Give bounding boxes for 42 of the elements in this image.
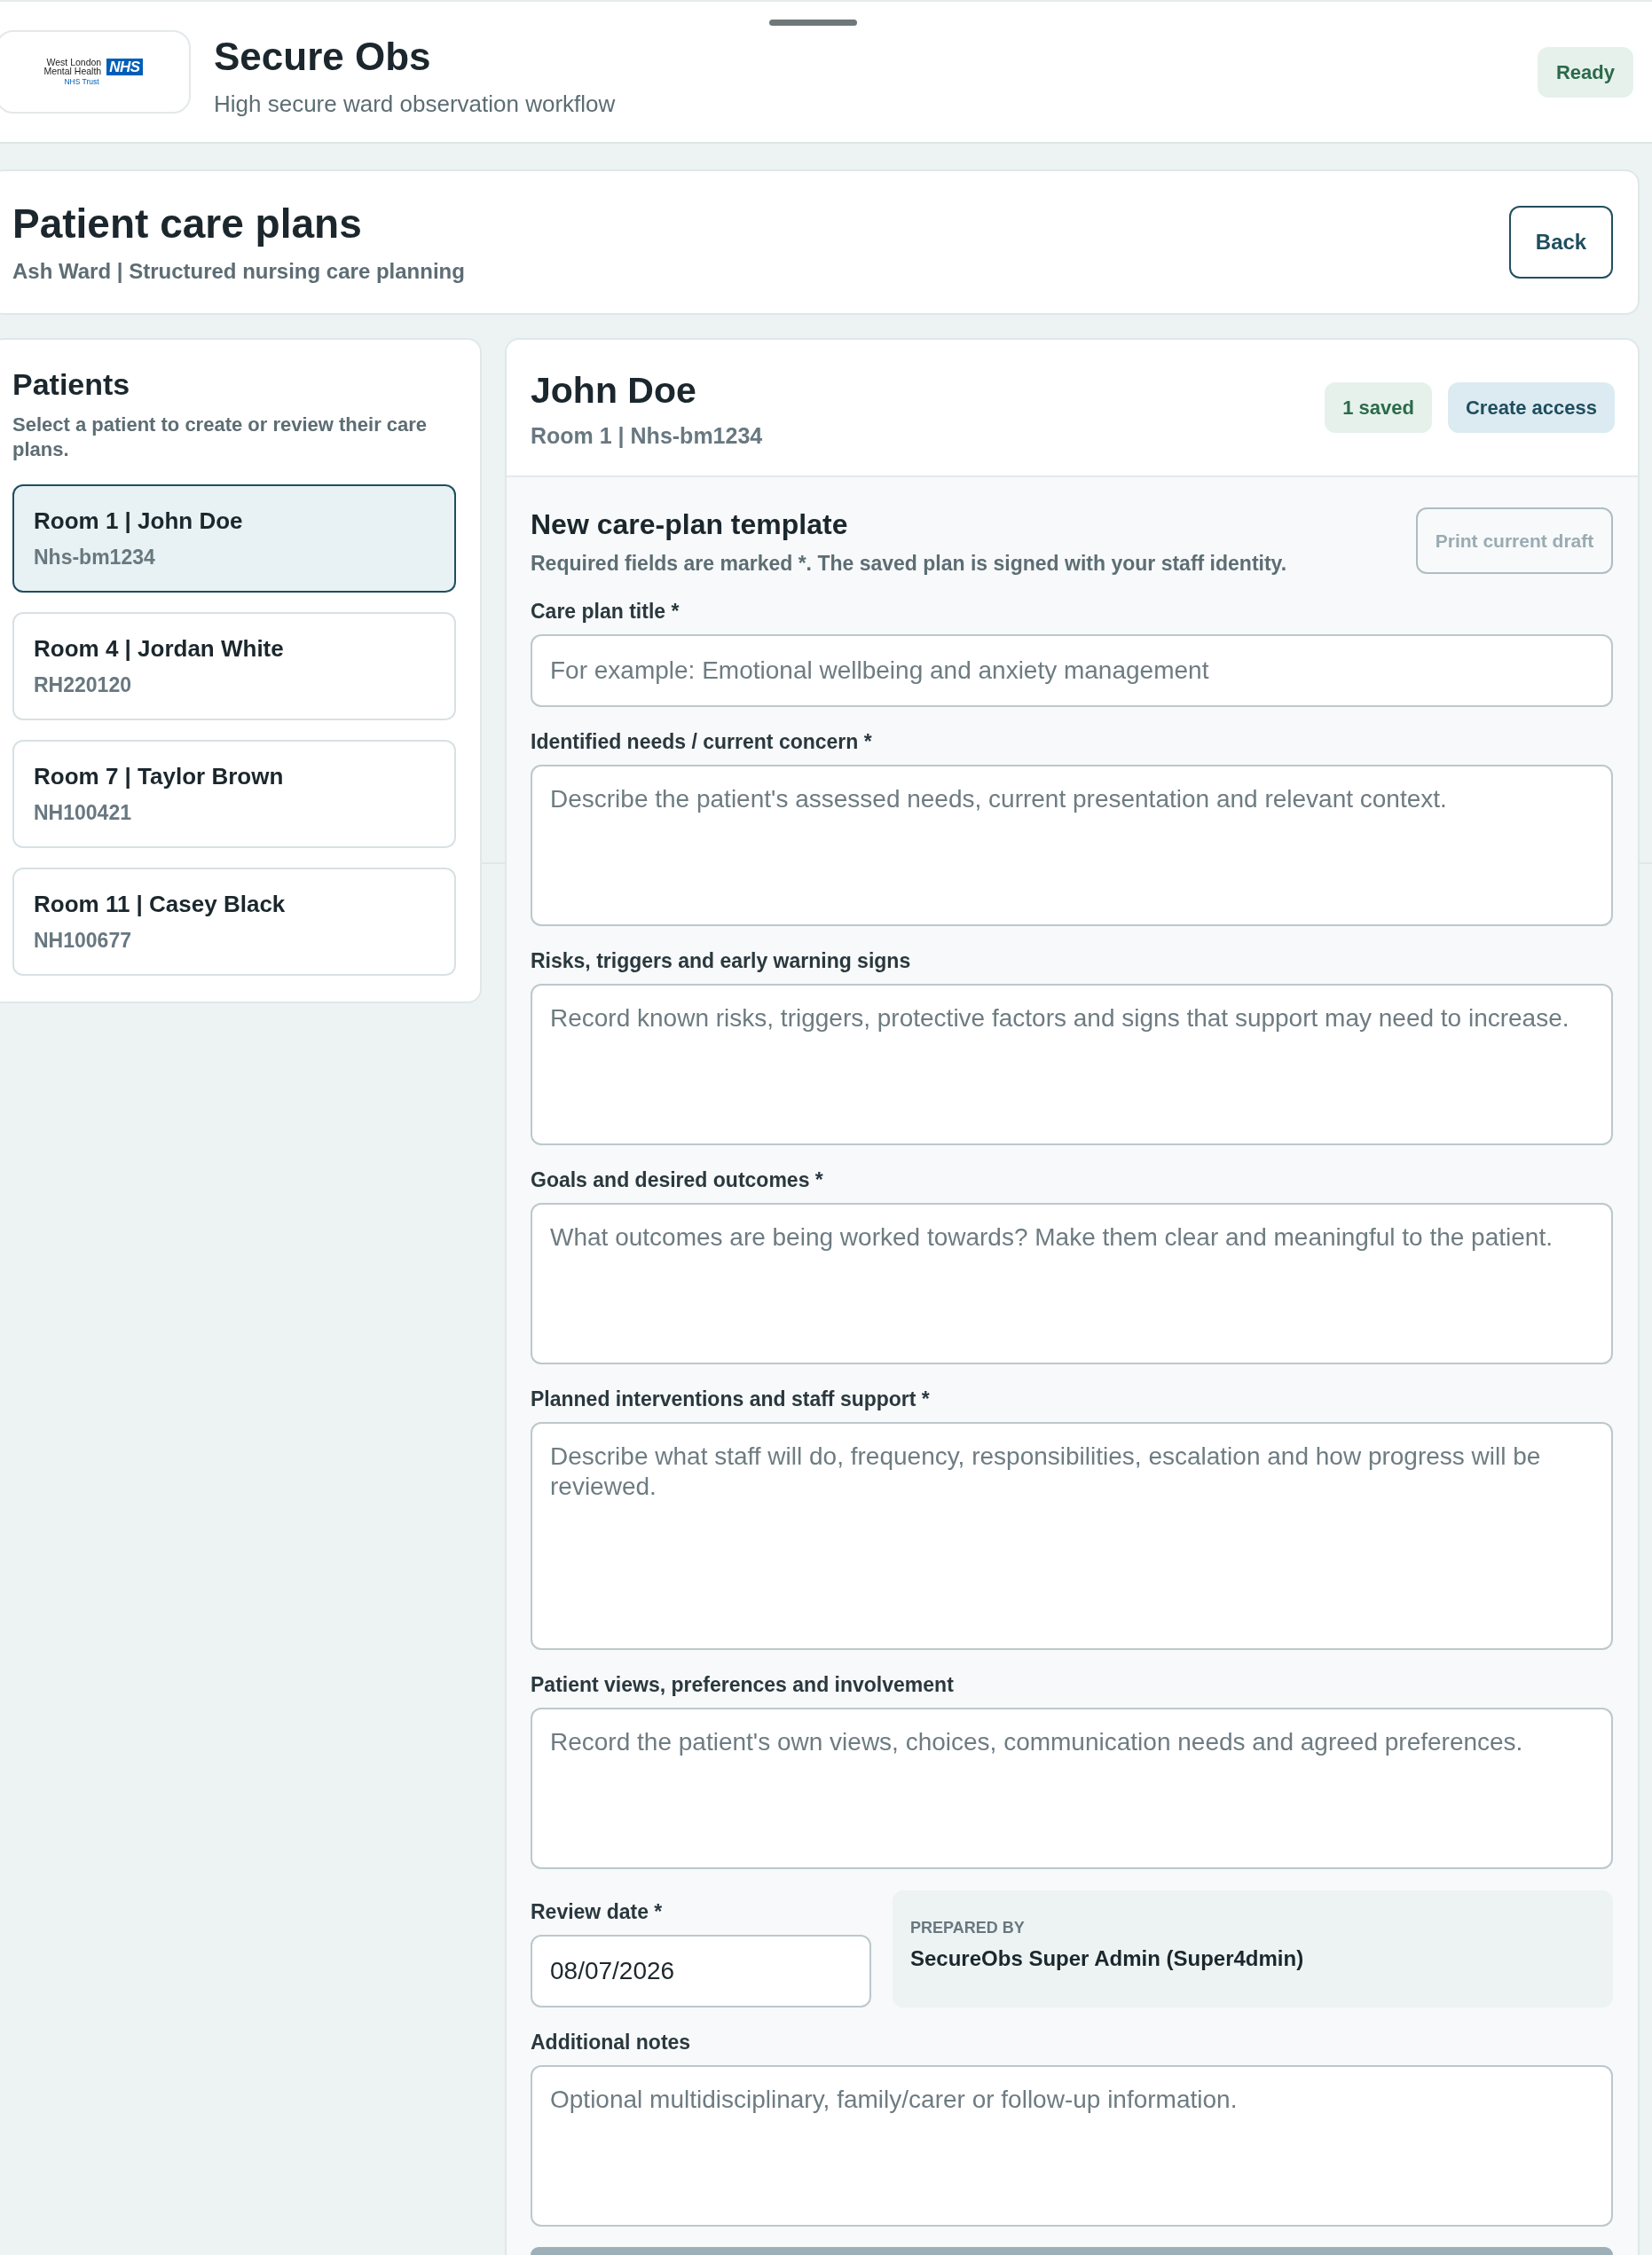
patient-list-item[interactable]: Room 4 | Jordan White RH220120 xyxy=(12,612,456,720)
create-access-button[interactable]: Create access xyxy=(1448,382,1615,433)
patient-list-item[interactable]: Room 11 | Casey Black NH100677 xyxy=(12,868,456,976)
logo-text: West London xyxy=(46,58,102,67)
status-badge: Ready xyxy=(1537,46,1633,98)
prepared-by-name: SecureObs Super Admin (Super4dmin) xyxy=(910,1945,1305,1972)
text-input[interactable]: For example: Emotional wellbeing and anxiety management xyxy=(531,634,1613,707)
textarea-field[interactable]: Record the patient's own views, choices, communication needs and agreed preferences. xyxy=(531,1708,1613,1869)
field-label: Identified needs / current concern * xyxy=(531,729,873,755)
logo-trust-text: NHS Trust xyxy=(63,77,99,86)
field-label: Goals and desired outcomes * xyxy=(531,1167,824,1193)
textarea-field[interactable]: Optional multidisciplinary, family/carer or follow-up information. xyxy=(531,2065,1613,2227)
prepared-by-label: PREPARED BY xyxy=(910,1918,1026,1938)
action-button[interactable] xyxy=(531,2247,1613,2255)
form-note: Required fields are marked *. The saved plan is signed with your staff identity. xyxy=(531,551,1287,577)
form-title: New care-plan template xyxy=(531,507,849,542)
back-button[interactable]: Back xyxy=(1509,206,1613,279)
page-subtitle: Ash Ward | Structured nursing care planning xyxy=(12,258,465,285)
field-label: Care plan title * xyxy=(531,599,680,625)
patient-list-item[interactable]: Room 7 | Taylor Brown NH100421 xyxy=(12,740,456,848)
app-title: Secure Obs xyxy=(214,34,432,80)
field-label: Patient views, preferences and involvement xyxy=(531,1672,955,1698)
logo-text: Mental Health xyxy=(43,67,102,75)
drag-handle[interactable] xyxy=(769,20,857,26)
date-input[interactable]: 08/07/2026 xyxy=(531,1935,871,2008)
patient-name: John Doe xyxy=(531,369,697,412)
field-label: Planned interventions and staff support * xyxy=(531,1387,931,1412)
patients-hint: Select a patient to create or review their care plans. xyxy=(12,412,429,462)
field-label: Review date * xyxy=(531,1899,664,1925)
patients-title: Patients xyxy=(12,366,131,403)
field-label: Additional notes xyxy=(531,2030,692,2055)
textarea-field[interactable]: Describe what staff will do, frequency, responsibilities, escalation and how progress will be reviewed. xyxy=(531,1422,1613,1650)
patient-list-item[interactable]: Room 1 | John Doe Nhs-bm1234 xyxy=(12,484,456,593)
textarea-field[interactable]: What outcomes are being worked towards? Make them clear and meaningful to the patient. xyxy=(531,1203,1613,1364)
saved-count-badge: 1 saved xyxy=(1325,382,1432,433)
field-label: Risks, triggers and early warning signs xyxy=(531,948,912,974)
page-title: Patient care plans xyxy=(12,200,363,248)
nhs-logo: NHS xyxy=(106,58,143,75)
textarea-field[interactable]: Describe the patient's assessed needs, current presentation and relevant context. xyxy=(531,765,1613,926)
textarea-field[interactable]: Record known risks, triggers, protective factors and signs that support may need to increase. xyxy=(531,984,1613,1145)
app-subtitle: High secure ward observation workflow xyxy=(214,90,616,118)
patient-details: Room 1 | Nhs-bm1234 xyxy=(531,422,763,450)
